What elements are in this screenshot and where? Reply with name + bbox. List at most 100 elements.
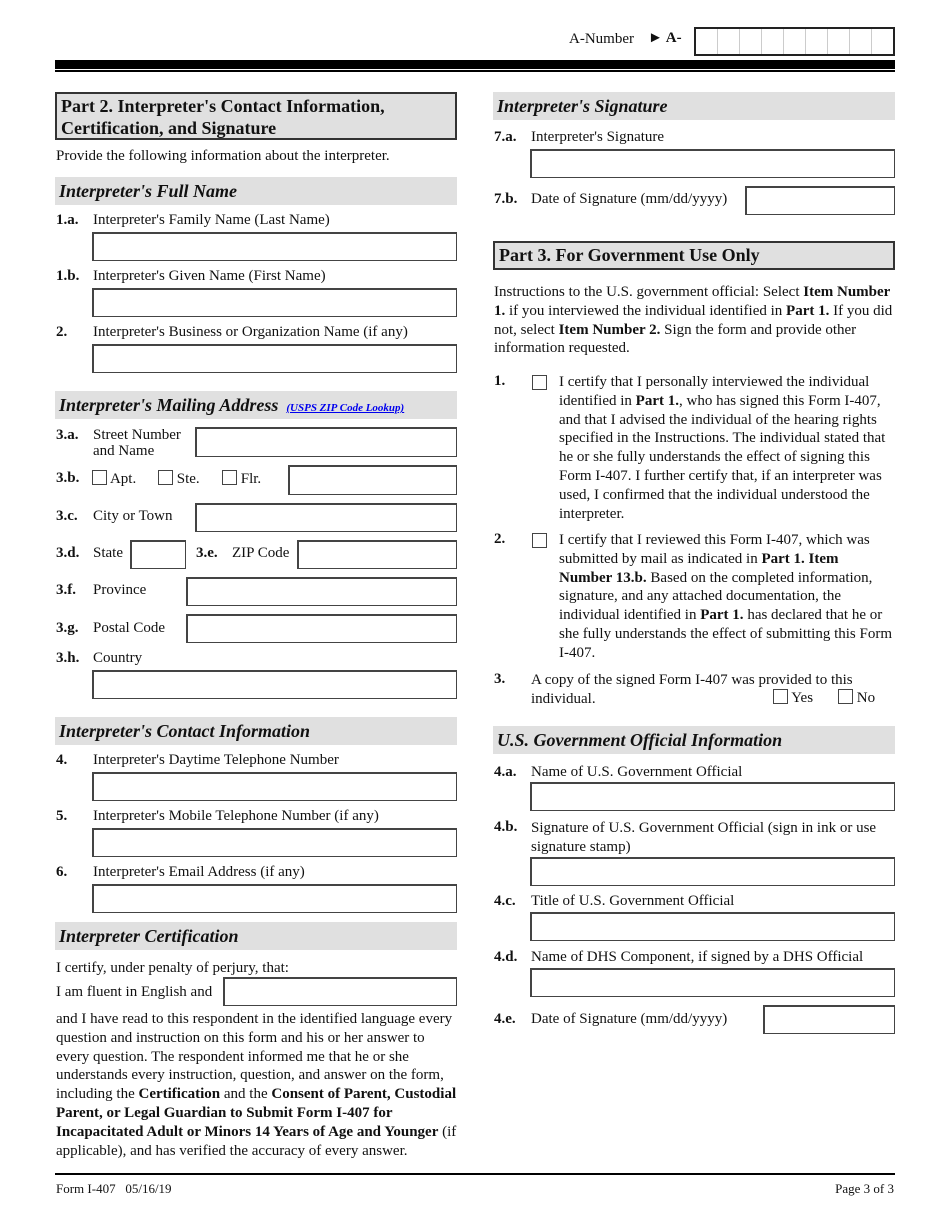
business-name-field[interactable] xyxy=(92,344,457,373)
copy-provided-yes[interactable]: Yes xyxy=(773,689,813,707)
mobile-phone-field[interactable] xyxy=(92,828,457,857)
reviewed-by-mail-checkbox[interactable] xyxy=(532,533,547,548)
interpreter-date-label: Date of Signature (mm/dd/yyyy) xyxy=(531,191,728,207)
part3-header: Part 3. For Government Use Only xyxy=(493,241,895,270)
ste-option[interactable]: Ste. xyxy=(158,470,200,488)
contact-info-header: Interpreter's Contact Information xyxy=(55,717,457,745)
part2-intro: Provide the following information about … xyxy=(56,148,390,164)
q1b-number: 1.b. xyxy=(56,268,80,284)
a-number-cell[interactable] xyxy=(762,29,784,54)
q3c-number: 3.c. xyxy=(56,508,78,524)
province-field[interactable] xyxy=(186,577,457,606)
q7a-number: 7.a. xyxy=(494,129,517,145)
q5-number: 5. xyxy=(56,808,68,824)
q3g-number: 3.g. xyxy=(56,620,79,636)
government-instructions: Instructions to the U.S. government offi… xyxy=(494,284,893,357)
q2-number: 2. xyxy=(56,324,68,340)
zip-label: ZIP Code xyxy=(232,545,290,561)
given-name-field[interactable] xyxy=(92,288,457,317)
apt-checkbox[interactable] xyxy=(92,470,107,485)
copy-provided-no[interactable]: No xyxy=(838,689,875,707)
mailing-address-header: Interpreter's Mailing Address (USPS ZIP C… xyxy=(55,391,457,419)
apt-label: Apt. xyxy=(109,471,137,487)
a-number-cell[interactable] xyxy=(696,29,718,54)
dhs-component-label: Name of DHS Component, if signed by a DH… xyxy=(531,949,864,965)
a-number-cell[interactable] xyxy=(828,29,850,54)
dhs-component-field[interactable] xyxy=(530,968,895,997)
q4c-number: 4.c. xyxy=(494,893,516,909)
postal-code-label: Postal Code xyxy=(93,620,166,636)
personally-interviewed-text: I certify that I personally interviewed … xyxy=(559,374,886,522)
no-checkbox[interactable] xyxy=(838,689,853,704)
street-field[interactable] xyxy=(195,427,457,457)
certification-header: Interpreter Certification xyxy=(55,922,457,950)
interpreter-date-field[interactable] xyxy=(745,186,895,215)
a-number-cell[interactable] xyxy=(872,29,893,54)
language-field[interactable] xyxy=(223,977,457,1006)
email-label: Interpreter's Email Address (if any) xyxy=(93,864,305,880)
q4-number: 4. xyxy=(56,752,68,768)
street-label-line1: Street Number xyxy=(93,427,181,443)
part2-title-line2: Certification, and Signature xyxy=(61,118,277,138)
certify-statement: I certify, under penalty of perjury, tha… xyxy=(56,960,289,976)
mobile-phone-label: Interpreter's Mobile Telephone Number (i… xyxy=(93,808,379,824)
official-name-field[interactable] xyxy=(530,782,895,811)
q3a-number: 3.a. xyxy=(56,427,79,443)
q4b-number: 4.b. xyxy=(494,819,518,835)
full-name-header: Interpreter's Full Name xyxy=(55,177,457,205)
ste-checkbox[interactable] xyxy=(158,470,173,485)
official-date-field[interactable] xyxy=(763,1005,895,1034)
apt-option[interactable]: Apt. xyxy=(92,470,136,488)
a-number-cell[interactable] xyxy=(850,29,872,54)
official-info-header: U.S. Government Official Information xyxy=(493,726,895,754)
personally-interviewed-checkbox[interactable] xyxy=(532,375,547,390)
q3d-number: 3.d. xyxy=(56,545,80,561)
official-title-label: Title of U.S. Government Official xyxy=(531,893,735,909)
email-field[interactable] xyxy=(92,884,457,913)
mailing-address-title: Interpreter's Mailing Address xyxy=(59,395,279,415)
part2-header: Part 2. Interpreter's Contact Informatio… xyxy=(55,92,457,140)
flr-checkbox[interactable] xyxy=(222,470,237,485)
q3b-number: 3.b. xyxy=(56,470,80,486)
state-field[interactable] xyxy=(130,540,186,569)
a-number-cell[interactable] xyxy=(718,29,740,54)
g1-number: 1. xyxy=(494,373,506,389)
a-number-cell[interactable] xyxy=(784,29,806,54)
city-field[interactable] xyxy=(195,503,457,532)
interpreter-signature-field[interactable] xyxy=(530,149,895,178)
official-title-field[interactable] xyxy=(530,912,895,941)
q1a-number: 1.a. xyxy=(56,212,79,228)
country-field[interactable] xyxy=(92,670,457,699)
a-number-input[interactable] xyxy=(694,27,895,56)
reviewed-by-mail-text: I certify that I reviewed this Form I-40… xyxy=(559,532,893,661)
flr-option[interactable]: Flr. xyxy=(222,470,261,488)
certification-paragraph: and I have read to this respondent in th… xyxy=(56,1011,457,1159)
street-label: Street Number and Name xyxy=(93,427,181,459)
unit-number-field[interactable] xyxy=(288,465,457,495)
zip-field[interactable] xyxy=(297,540,457,569)
postal-code-field[interactable] xyxy=(186,614,457,643)
q3h-number: 3.h. xyxy=(56,650,80,666)
part2-title-line1: Part 2. Interpreter's Contact Informatio… xyxy=(61,96,385,116)
flr-label: Flr. xyxy=(240,471,262,487)
ste-label: Ste. xyxy=(176,471,200,487)
interpreter-signature-label: Interpreter's Signature xyxy=(531,129,665,145)
yes-checkbox[interactable] xyxy=(773,689,788,704)
a-number-cell[interactable] xyxy=(806,29,828,54)
page-number: Page 3 of 3 xyxy=(835,1181,894,1196)
q6-number: 6. xyxy=(56,864,68,880)
q3f-number: 3.f. xyxy=(56,582,76,598)
family-name-field[interactable] xyxy=(92,232,457,261)
q4e-number: 4.e. xyxy=(494,1011,516,1027)
header-rule-thin xyxy=(55,70,895,72)
province-label: Province xyxy=(93,582,147,598)
usps-zip-lookup-link[interactable]: (USPS ZIP Code Lookup) xyxy=(286,402,404,414)
daytime-phone-field[interactable] xyxy=(92,772,457,801)
family-name-label: Interpreter's Family Name (Last Name) xyxy=(93,212,330,228)
a-number-cell[interactable] xyxy=(740,29,762,54)
no-label: No xyxy=(856,690,876,706)
given-name-label: Interpreter's Given Name (First Name) xyxy=(93,268,326,284)
q4a-number: 4.a. xyxy=(494,764,517,780)
official-signature-field[interactable] xyxy=(530,857,895,886)
form-id: Form I-407 05/16/19 xyxy=(56,1181,172,1196)
